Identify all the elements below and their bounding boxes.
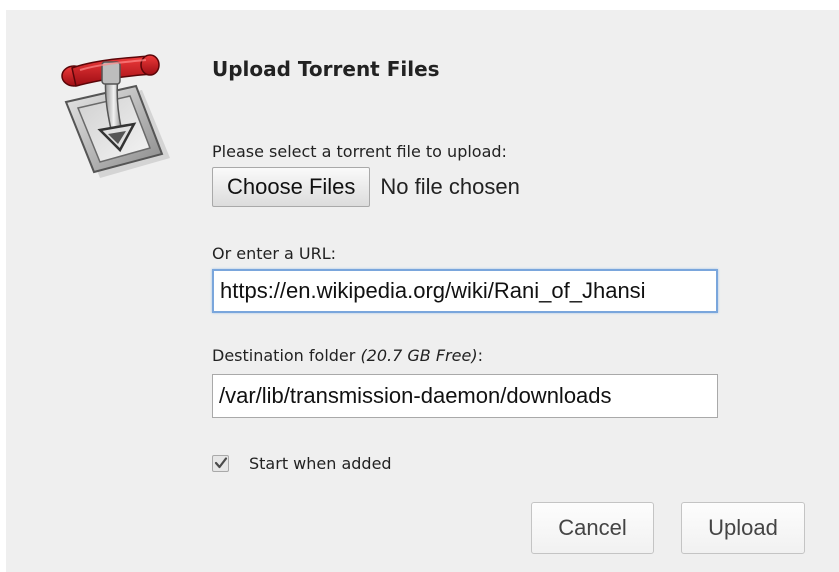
start-when-added-label: Start when added <box>249 454 392 473</box>
file-status: No file chosen <box>380 174 520 199</box>
file-picker: Choose Files No file chosen <box>212 166 520 208</box>
cancel-button[interactable]: Cancel <box>531 502 654 554</box>
destination-label-suffix: : <box>477 346 483 365</box>
dialog-title: Upload Torrent Files <box>212 57 440 81</box>
upload-torrent-dialog: Upload Torrent Files Please select a tor… <box>6 10 839 572</box>
destination-folder-input[interactable] <box>212 374 718 418</box>
file-select-label: Please select a torrent file to upload: <box>212 142 507 161</box>
checkmark-icon <box>214 457 228 469</box>
url-input[interactable] <box>212 269 718 313</box>
start-when-added-checkbox[interactable] <box>212 455 229 472</box>
start-when-added-row: Start when added <box>212 454 392 473</box>
destination-label: Destination folder (20.7 GB Free): <box>212 346 483 365</box>
upload-button[interactable]: Upload <box>681 502 805 554</box>
free-space-text: (20.7 GB Free) <box>360 346 478 365</box>
destination-label-text: Destination folder <box>212 346 356 365</box>
choose-files-button[interactable]: Choose Files <box>212 167 371 207</box>
transmission-logo-icon <box>61 54 170 178</box>
url-label: Or enter a URL: <box>212 244 337 263</box>
